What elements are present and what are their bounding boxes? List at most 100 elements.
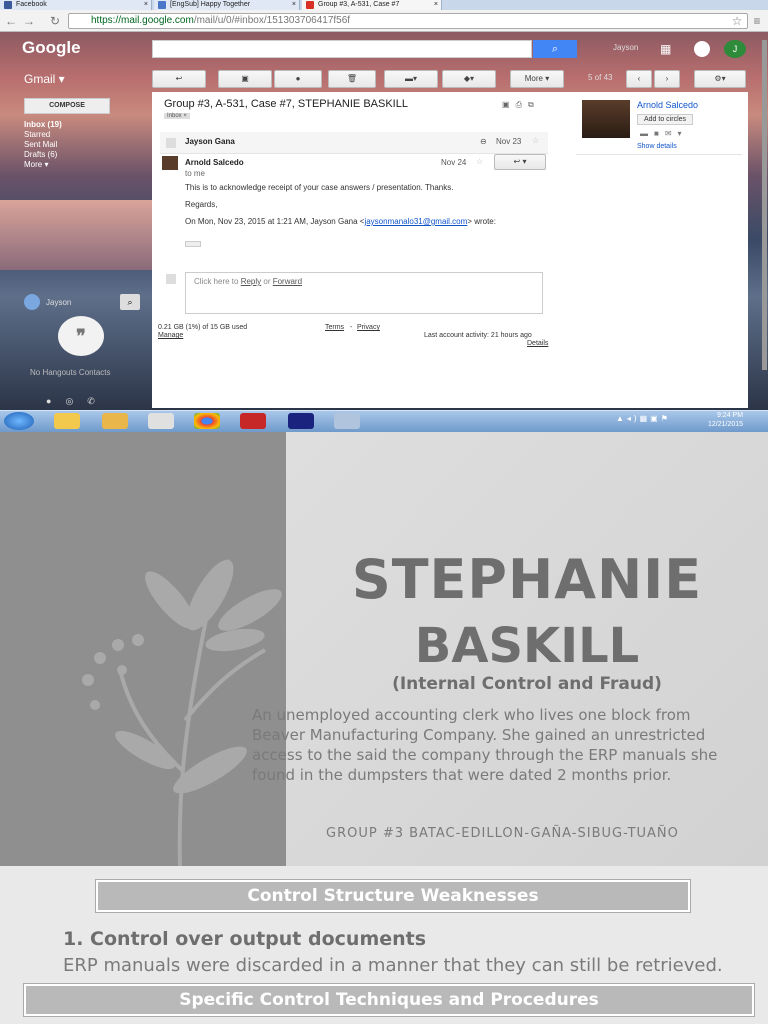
gmail-icon [306,1,314,9]
tab-facebook[interactable]: Facebook × [0,0,152,10]
print-icon[interactable]: ⎙ [516,100,528,109]
email-link[interactable]: jaysonmanalo31@gmail.com [364,217,467,226]
close-icon[interactable]: × [434,0,438,10]
slide-subtitle: (Internal Control and Fraud) [392,674,662,694]
delete-button[interactable]: 🗑 [328,70,376,88]
reply-icon: ↩ ▾ [513,157,527,166]
folder-icon: ▬▾ [404,74,417,83]
gear-icon: ⚙▾ [714,74,726,83]
older-button[interactable]: › [654,70,680,88]
tab-gmail[interactable]: Group #3, A-531, Case #7 × [302,0,442,10]
divider [576,154,742,155]
compose-button[interactable]: COMPOSE [24,98,110,114]
close-icon[interactable]: × [292,0,296,10]
chrome-icon[interactable] [194,413,220,429]
library-icon[interactable] [102,413,128,429]
reply-link[interactable]: Reply [241,277,261,286]
phone-icon[interactable]: ✆ [87,396,109,406]
media-player-icon[interactable] [148,413,174,429]
notifications-icon[interactable] [694,41,710,57]
nav-sent[interactable]: Sent Mail [24,140,57,150]
scrollbar[interactable] [762,40,767,370]
url-path: /mail/u/0/#inbox/151303706417f56f [193,15,351,26]
attachment-icon: ⊖ [480,137,487,146]
email-quote: On Mon, Nov 23, 2015 at 1:21 AM, Jayson … [185,217,496,226]
settings-button[interactable]: ⚙▾ [694,70,746,88]
show-trimmed-content[interactable] [185,241,201,247]
nav-inbox[interactable]: Inbox (19) [24,120,62,130]
chat-search-icon[interactable]: ⌕ [120,294,140,310]
star-icon[interactable]: ☆ [476,157,483,166]
new-window-icon[interactable]: ⧉ [528,100,540,109]
back-icon[interactable]: ← [4,13,18,29]
reply-button[interactable]: ↩ ▾ [494,154,546,170]
manage-link[interactable]: Manage [158,332,183,339]
tag-icon: ◆▾ [463,74,475,83]
add-to-circles-button[interactable]: Add to circles [637,114,694,125]
tab-engsub[interactable]: [EngSub] Happy Together × [154,0,300,10]
chevron-down-icon[interactable]: ▾ [678,129,688,138]
reload-icon[interactable]: ↻ [48,13,62,29]
back-to-inbox-button[interactable]: ↩ [152,70,206,88]
more-button[interactable]: More ▾ [510,70,564,88]
msg1-sender: Jayson Gana [185,137,235,146]
forward-link[interactable]: Forward [273,277,302,286]
video-icon [158,1,166,9]
archive-icon: ▣ [241,74,249,83]
league-icon[interactable] [288,413,314,429]
nav-drafts[interactable]: Drafts (6) [24,150,57,160]
hangouts-icon: ❞ [58,316,104,356]
video-call-icon[interactable]: ■ [654,129,665,138]
avatar[interactable]: J [724,40,746,58]
star-icon[interactable]: ☆ [532,136,539,145]
paint-icon[interactable] [334,413,360,429]
last-activity: Last account activity: 21 hours ago [424,332,532,339]
chat-tabs[interactable]: ●◎✆ [46,396,109,407]
search-input[interactable] [152,40,532,58]
section-header-weaknesses: Control Structure Weaknesses [96,880,690,912]
user-name: Jayson [613,43,639,52]
expand-icon[interactable]: ▣ [502,100,516,109]
contact-actions[interactable]: ▬■✉▾ [640,129,688,138]
subject-actions[interactable]: ▣⎙⧉ [502,100,540,110]
gmail-app-menu[interactable]: Gmail ▾ [24,72,65,86]
url-input[interactable]: https://mail.google.com/mail/u/0/#inbox/… [68,13,748,29]
star-icon[interactable]: ☆ [730,13,744,29]
newer-button[interactable]: ‹ [626,70,652,88]
menu-icon[interactable]: ≡ [750,13,764,29]
apps-grid-icon[interactable]: ▦ [660,42,671,56]
app-red-icon[interactable] [240,413,266,429]
details-link[interactable]: Details [527,340,548,347]
show-details-link[interactable]: Show details [637,143,677,150]
archive-button[interactable]: ▣ [218,70,272,88]
trash-icon: 🗑 [346,74,358,83]
contact-name[interactable]: Arnold Salcedo [637,100,698,110]
close-icon[interactable]: × [144,0,148,10]
terms-link[interactable]: Terms [325,324,344,331]
slide-title-line2: BASKILL [414,618,640,674]
chat-bubble-icon[interactable]: ◎ [65,396,87,406]
move-to-button[interactable]: ▬▾ [384,70,438,88]
privacy-link[interactable]: Privacy [357,324,380,331]
search-button[interactable]: ⌕ [533,40,577,58]
labels-button[interactable]: ◆▾ [442,70,496,88]
chat-icon[interactable]: ▬ [640,129,654,138]
inbox-label-tag[interactable]: Inbox × [164,113,190,119]
chat-avatar[interactable] [24,294,40,310]
chat-user-name: Jayson [46,298,72,307]
nav-starred[interactable]: Starred [24,130,50,140]
alert-icon: ● [295,74,301,83]
person-icon[interactable]: ● [46,396,65,406]
msg2-recipient[interactable]: to me [185,169,205,178]
reply-box[interactable]: Click here to Reply or Forward [185,272,543,314]
contact-photo [582,100,630,138]
taskbar-clock[interactable]: 9:24 PM 12/21/2015 [708,411,743,429]
search-icon: ⌕ [551,43,559,55]
file-explorer-icon[interactable] [54,413,80,429]
report-spam-button[interactable]: ● [274,70,322,88]
mail-icon[interactable]: ✉ [665,129,678,138]
system-tray[interactable]: ▲◂)▦▣⚑ [616,414,671,423]
start-button[interactable] [4,412,34,430]
forward-icon[interactable]: → [22,13,36,29]
nav-more[interactable]: More ▾ [24,160,48,170]
